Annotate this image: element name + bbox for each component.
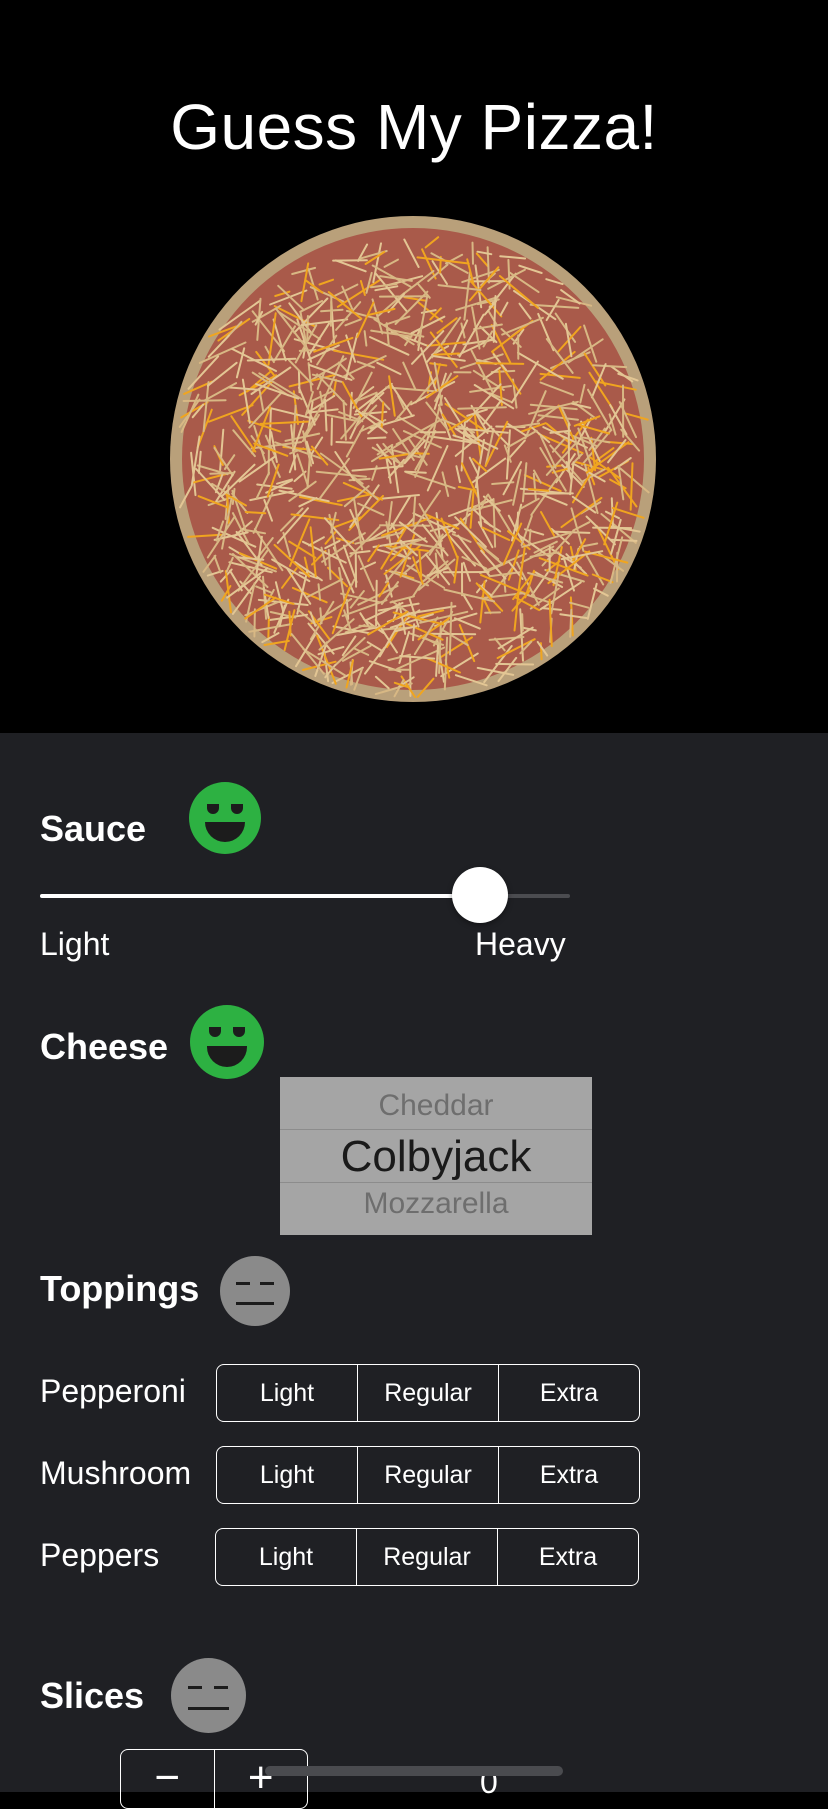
cheese-label: Cheese [40,1026,168,1068]
picker-divider [280,1182,592,1183]
sauce-max-label: Heavy [475,926,566,963]
picker-divider [280,1129,592,1130]
mushroom-amount-control[interactable]: Light Regular Extra [216,1446,640,1504]
sauce-slider-fill[interactable] [40,894,480,898]
neutral-face-icon [171,1658,246,1733]
increment-button[interactable]: + [215,1750,308,1808]
picker-option[interactable]: Cheddar [280,1089,592,1123]
page-title: Guess My Pizza! [0,90,828,164]
happy-face-icon [189,782,261,854]
slices-stepper[interactable]: − + [120,1749,308,1809]
picker-option[interactable]: Mozzarella [280,1187,592,1221]
peppers-regular-option[interactable]: Regular [357,1529,498,1585]
toppings-label: Toppings [40,1268,199,1310]
pizza-preview-area: Guess My Pizza! [0,0,828,733]
happy-face-icon [190,1005,264,1079]
sauce-min-label: Light [40,926,109,963]
pepperoni-regular-option[interactable]: Regular [358,1365,499,1421]
pepperoni-extra-option[interactable]: Extra [499,1365,639,1421]
peppers-extra-option[interactable]: Extra [498,1529,638,1585]
options-panel [0,733,828,1792]
mushroom-light-option[interactable]: Light [217,1447,358,1503]
topping-label-peppers: Peppers [40,1537,159,1574]
decrement-button[interactable]: − [121,1750,215,1808]
topping-label-pepperoni: Pepperoni [40,1373,186,1410]
peppers-light-option[interactable]: Light [216,1529,357,1585]
mushroom-extra-option[interactable]: Extra [499,1447,639,1503]
pepperoni-light-option[interactable]: Light [217,1365,358,1421]
sauce-label: Sauce [40,808,146,850]
peppers-amount-control[interactable]: Light Regular Extra [215,1528,639,1586]
neutral-face-icon [220,1256,290,1326]
topping-label-mushroom: Mushroom [40,1455,191,1492]
mushroom-regular-option[interactable]: Regular [358,1447,499,1503]
sauce-slider-thumb[interactable] [452,867,508,923]
slices-label: Slices [40,1675,144,1717]
pizza-image [170,216,656,702]
home-indicator[interactable] [265,1766,563,1776]
cheese-picker[interactable]: Cheddar Colbyjack Mozzarella [280,1077,592,1235]
pepperoni-amount-control[interactable]: Light Regular Extra [216,1364,640,1422]
picker-selected-option[interactable]: Colbyjack [280,1132,592,1182]
